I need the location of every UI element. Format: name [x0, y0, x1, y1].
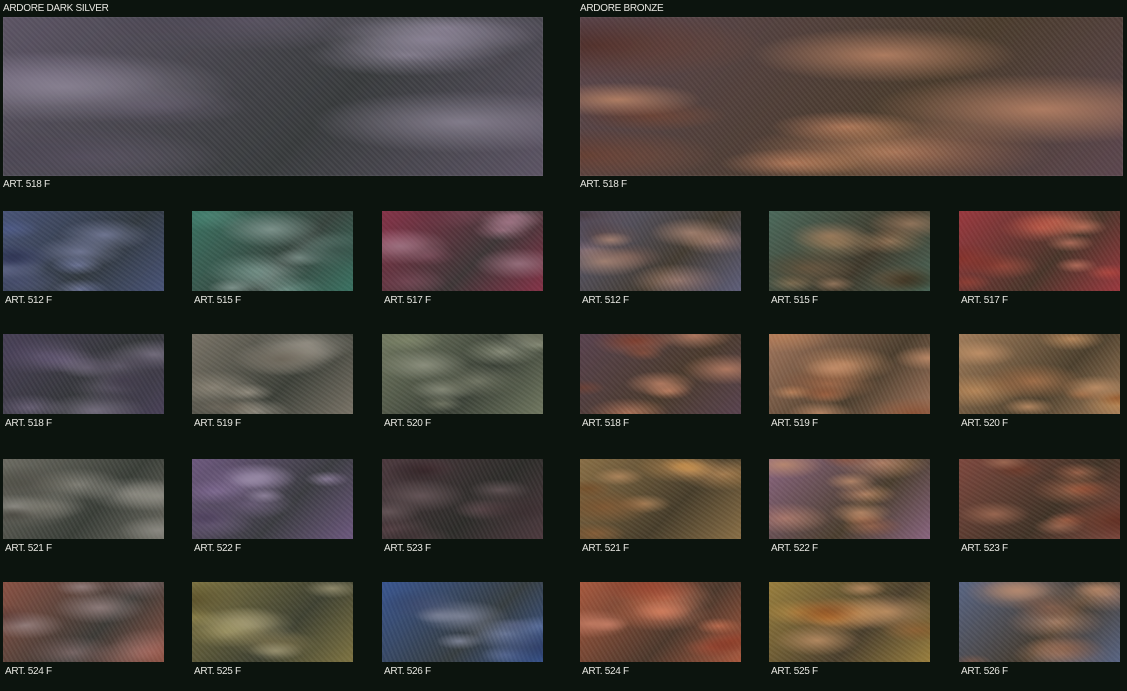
color-swatch[interactable]: [959, 211, 1120, 291]
color-swatch[interactable]: [580, 334, 741, 414]
color-swatch[interactable]: [382, 582, 543, 662]
color-swatch[interactable]: [192, 459, 353, 539]
color-swatch-label: ART. 524 F: [5, 666, 52, 677]
color-swatch[interactable]: [3, 459, 164, 539]
color-swatch-label: ART. 515 F: [194, 295, 241, 306]
color-swatch-label: ART. 523 F: [384, 543, 431, 554]
color-swatch-label: ART. 522 F: [194, 543, 241, 554]
color-swatch-label: ART. 522 F: [771, 543, 818, 554]
hero-swatch[interactable]: [3, 17, 543, 176]
color-swatch[interactable]: [580, 459, 741, 539]
color-swatch-label: ART. 512 F: [5, 295, 52, 306]
color-swatch[interactable]: [769, 459, 930, 539]
color-swatch-label: ART. 525 F: [771, 666, 818, 677]
color-swatch-label: ART. 512 F: [582, 295, 629, 306]
color-swatch[interactable]: [192, 334, 353, 414]
hero-swatch-label: ART. 518 F: [580, 179, 627, 190]
color-swatch-label: ART. 525 F: [194, 666, 241, 677]
color-swatch[interactable]: [769, 211, 930, 291]
color-swatch[interactable]: [192, 211, 353, 291]
color-swatch-label: ART. 517 F: [384, 295, 431, 306]
color-swatch[interactable]: [3, 334, 164, 414]
collection-bronze: ARDORE BRONZE ART. 518 F ART. 512 F ART. …: [580, 0, 1125, 691]
color-swatch[interactable]: [382, 334, 543, 414]
color-swatch-label: ART. 515 F: [771, 295, 818, 306]
color-swatch-label: ART. 521 F: [5, 543, 52, 554]
color-swatch[interactable]: [769, 582, 930, 662]
hero-swatch-label: ART. 518 F: [3, 179, 50, 190]
color-swatch-label: ART. 520 F: [384, 418, 431, 429]
color-swatch-label: ART. 526 F: [384, 666, 431, 677]
color-swatch[interactable]: [3, 582, 164, 662]
color-swatch-label: ART. 518 F: [582, 418, 629, 429]
color-swatch[interactable]: [192, 582, 353, 662]
color-swatch-label: ART. 519 F: [771, 418, 818, 429]
color-swatch[interactable]: [580, 211, 741, 291]
color-swatch-label: ART. 524 F: [582, 666, 629, 677]
color-swatch[interactable]: [959, 459, 1120, 539]
color-swatch-label: ART. 526 F: [961, 666, 1008, 677]
color-swatch[interactable]: [382, 459, 543, 539]
color-swatch[interactable]: [382, 211, 543, 291]
collection-title: ARDORE DARK SILVER: [3, 3, 109, 14]
collection-dark-silver: ARDORE DARK SILVER ART. 518 F ART. 512 F…: [3, 0, 548, 691]
color-swatch[interactable]: [3, 211, 164, 291]
color-swatch-label: ART. 521 F: [582, 543, 629, 554]
hero-swatch[interactable]: [580, 17, 1123, 176]
color-swatch-label: ART. 517 F: [961, 295, 1008, 306]
collection-title: ARDORE BRONZE: [580, 3, 664, 14]
color-swatch[interactable]: [769, 334, 930, 414]
color-swatch[interactable]: [959, 582, 1120, 662]
color-swatch[interactable]: [580, 582, 741, 662]
color-swatch[interactable]: [959, 334, 1120, 414]
color-swatch-label: ART. 518 F: [5, 418, 52, 429]
color-swatch-label: ART. 520 F: [961, 418, 1008, 429]
color-swatch-label: ART. 523 F: [961, 543, 1008, 554]
color-swatch-label: ART. 519 F: [194, 418, 241, 429]
